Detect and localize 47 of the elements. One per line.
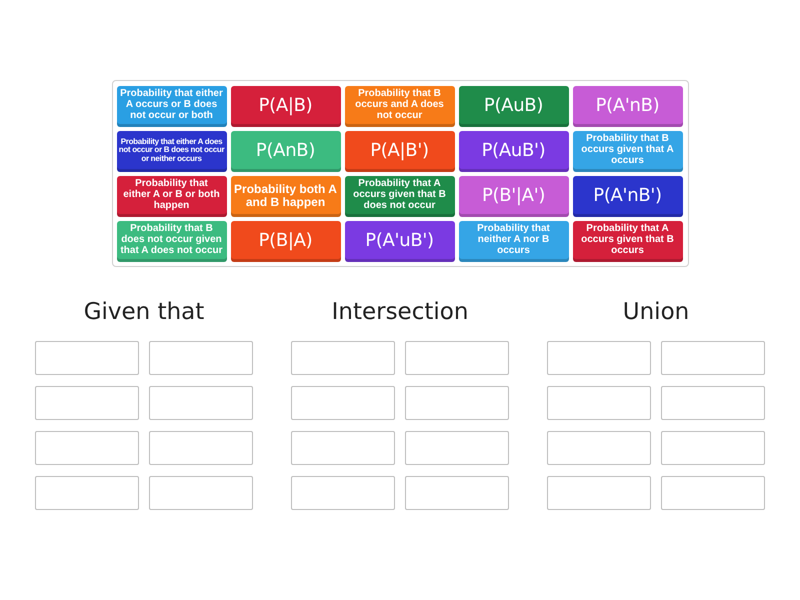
answer-card[interactable]: P(A|B) [230,86,340,127]
answer-card[interactable]: P(AuB') [458,131,568,172]
answer-card[interactable]: P(AnB) [230,131,340,172]
answer-card[interactable]: Probability that A occurs given that B occurs [572,221,682,262]
answer-box[interactable] [405,341,509,375]
answer-card[interactable]: Probability that B does not occur given that A does not occur [116,221,226,262]
answer-box[interactable] [547,386,651,420]
answer-box[interactable] [405,431,509,465]
answer-card[interactable]: Probability that A occurs given that B does not occur [344,176,454,217]
answer-box[interactable] [291,431,395,465]
answer-box[interactable] [405,476,509,510]
answer-card[interactable]: Probability that either A does not occur or B does not occur or neither occurs [116,131,226,172]
answer-card[interactable]: Probability that B occurs and A does not occur [344,86,454,127]
answer-box[interactable] [291,476,395,510]
answer-box[interactable] [149,476,253,510]
answer-card[interactable]: P(B'|A') [458,176,568,217]
answer-card[interactable]: P(A'nB') [572,176,682,217]
answer-card[interactable]: Probability both A and B happen [230,176,340,217]
answer-box[interactable] [405,386,509,420]
answer-box[interactable] [149,341,253,375]
answer-box[interactable] [661,476,765,510]
answer-box[interactable] [547,476,651,510]
answer-card[interactable]: Probability that neither A nor B occurs [458,221,568,262]
answer-box[interactable] [35,341,139,375]
answer-card[interactable]: P(A'uB') [344,221,454,262]
answer-box[interactable] [547,431,651,465]
answer-card[interactable]: Probability that B occurs given that A occurs [572,131,682,172]
answer-box[interactable] [35,386,139,420]
answer-box[interactable] [661,341,765,375]
answer-card[interactable]: P(A'nB) [572,86,682,127]
group-heading: Intersection [332,298,468,326]
group-heading: Union [622,298,690,326]
answer-box[interactable] [291,341,395,375]
answer-box[interactable] [35,431,139,465]
answer-box[interactable] [149,386,253,420]
answer-box[interactable] [661,431,765,465]
answer-box[interactable] [661,386,765,420]
answer-box[interactable] [547,341,651,375]
answer-card[interactable]: Probability that either A or B or both happen [116,176,226,217]
answer-box[interactable] [291,386,395,420]
answer-box[interactable] [35,476,139,510]
group-heading: Given that [84,298,204,326]
answer-card[interactable]: P(B|A) [230,221,340,262]
answer-card[interactable]: P(AuB) [458,86,568,127]
answer-box[interactable] [149,431,253,465]
answer-card[interactable]: P(A|B') [344,131,454,172]
answer-card[interactable]: Probability that either A occurs or B does not occur or both [116,86,226,127]
